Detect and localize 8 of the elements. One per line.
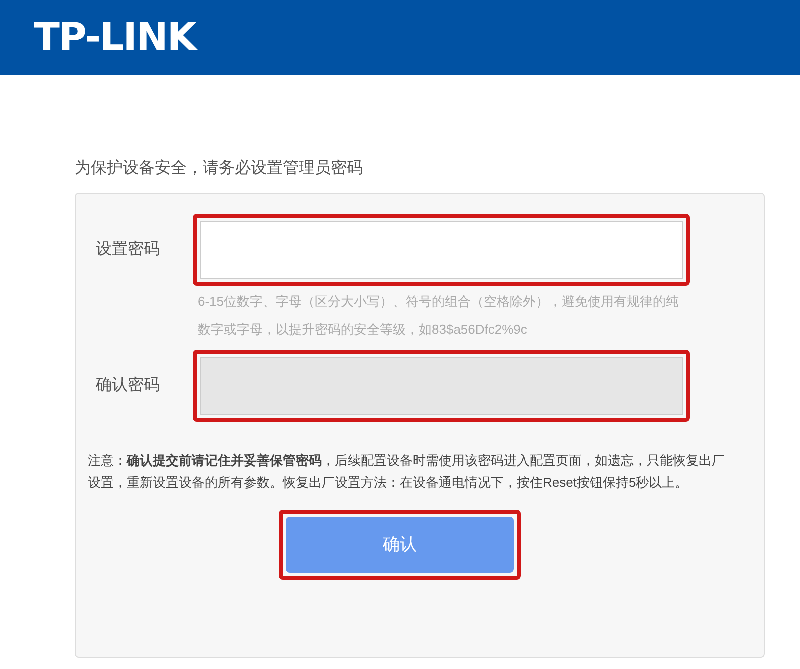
confirm-button[interactable]: 确认	[286, 517, 514, 573]
field-label: 设置密码	[95, 240, 161, 260]
logo: TP-LINK	[34, 14, 196, 61]
note-text: 注意：确认提交前请记住并妥善保管密码，后续配置设备时需使用该密码进入配置页面，如遗忘，只能恢复出厂设置，重新设置设备的所有参数。恢复出厂设置方法：在设备通电情况下，按住Reset按钮保持5秒以上。	[88, 452, 726, 492]
hint-text: 6-15位数字、字母（区分大小写）、符号的组合（空格除外），避免使用有规律的纯数字或字母，以提升密码的安全等级，如83$a56Dfc2%9c	[198, 293, 680, 339]
prompt-text: 为保护设备安全，请务必设置管理员密码	[75, 158, 363, 179]
field-label: 确认密码	[95, 376, 161, 396]
password-field[interactable]	[200, 221, 683, 279]
